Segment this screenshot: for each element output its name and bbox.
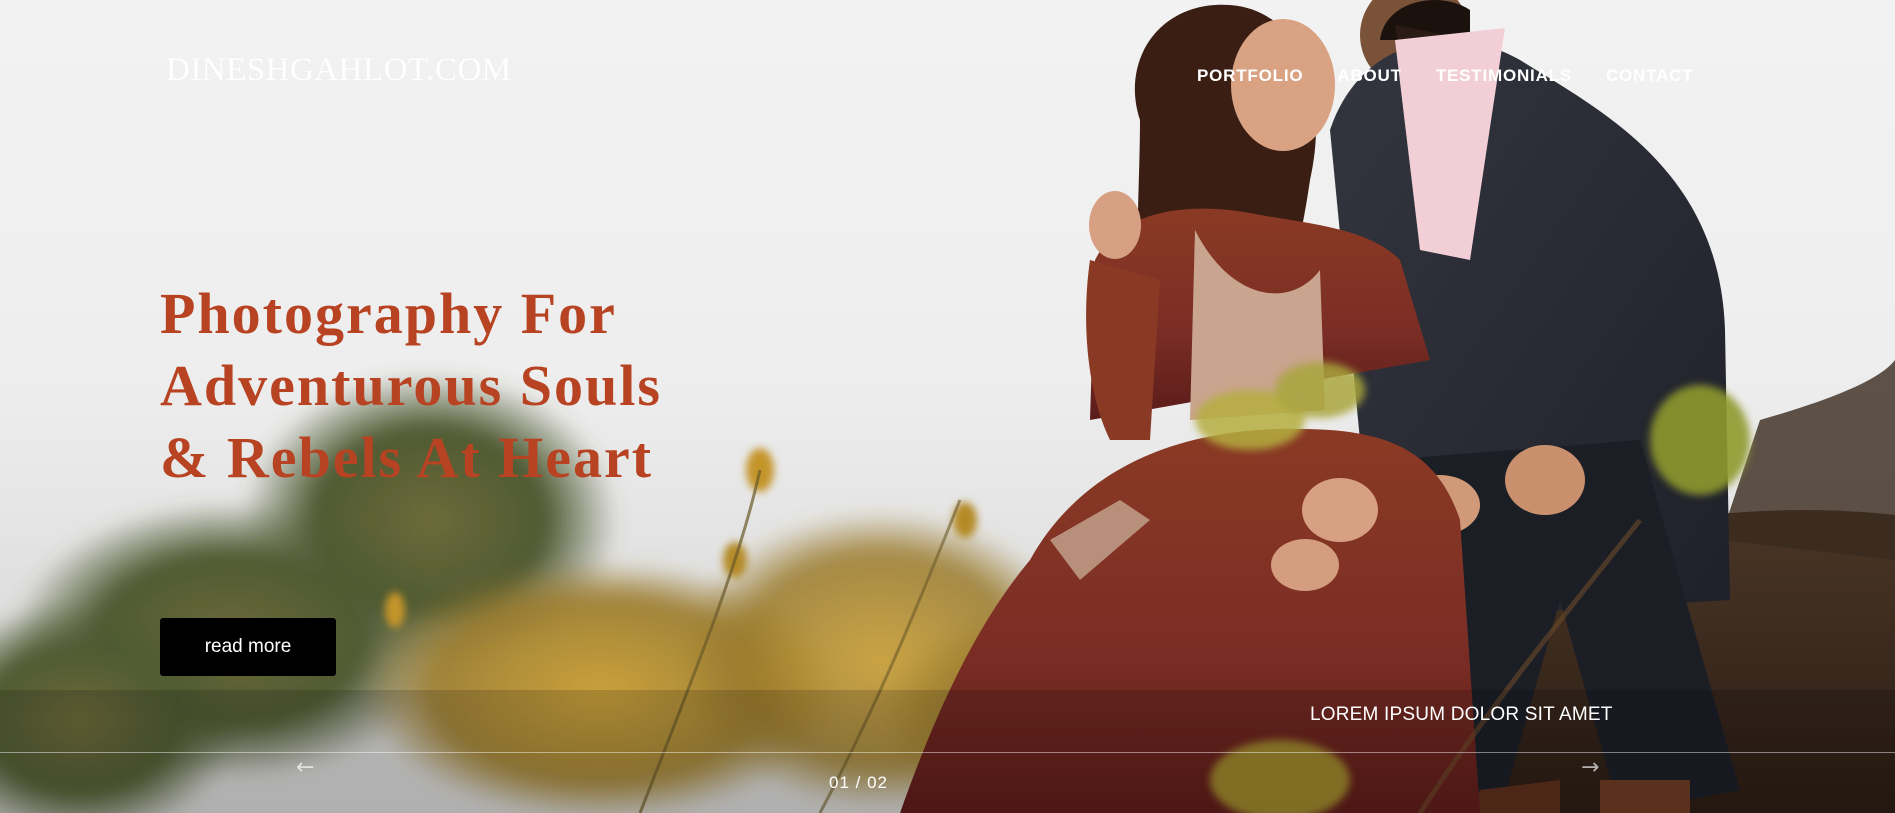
nav-item-testimonials[interactable]: TESTIMONIALS [1436,66,1572,86]
headline-line-1: Photography For [160,281,617,346]
nav-item-portfolio[interactable]: PORTFOLIO [1197,66,1303,86]
arrow-right-icon[interactable]: → [1581,755,1599,780]
headline-line-3: & Rebels At Heart [160,425,654,490]
arrow-left-icon[interactable]: ← [296,755,314,780]
site-logo[interactable]: DINESHGAHLOT.COM [166,52,512,89]
hero-headline: Photography For Adventurous Souls & Rebe… [160,278,780,494]
nav-item-about[interactable]: ABOUT [1337,66,1401,86]
slider-divider [0,752,1895,753]
nav-item-contact[interactable]: CONTACT [1606,66,1693,86]
slide-caption: LOREM IPSUM DOLOR SIT AMET [1310,704,1613,725]
headline-line-2: Adventurous Souls [160,353,662,418]
slide-counter: 01 / 02 [829,773,888,792]
read-more-button[interactable]: read more [160,618,336,676]
hero-slider: DINESHGAHLOT.COM PORTFOLIO ABOUT TESTIMO… [0,0,1895,813]
main-nav: PORTFOLIO ABOUT TESTIMONIALS CONTACT [1197,66,1727,86]
